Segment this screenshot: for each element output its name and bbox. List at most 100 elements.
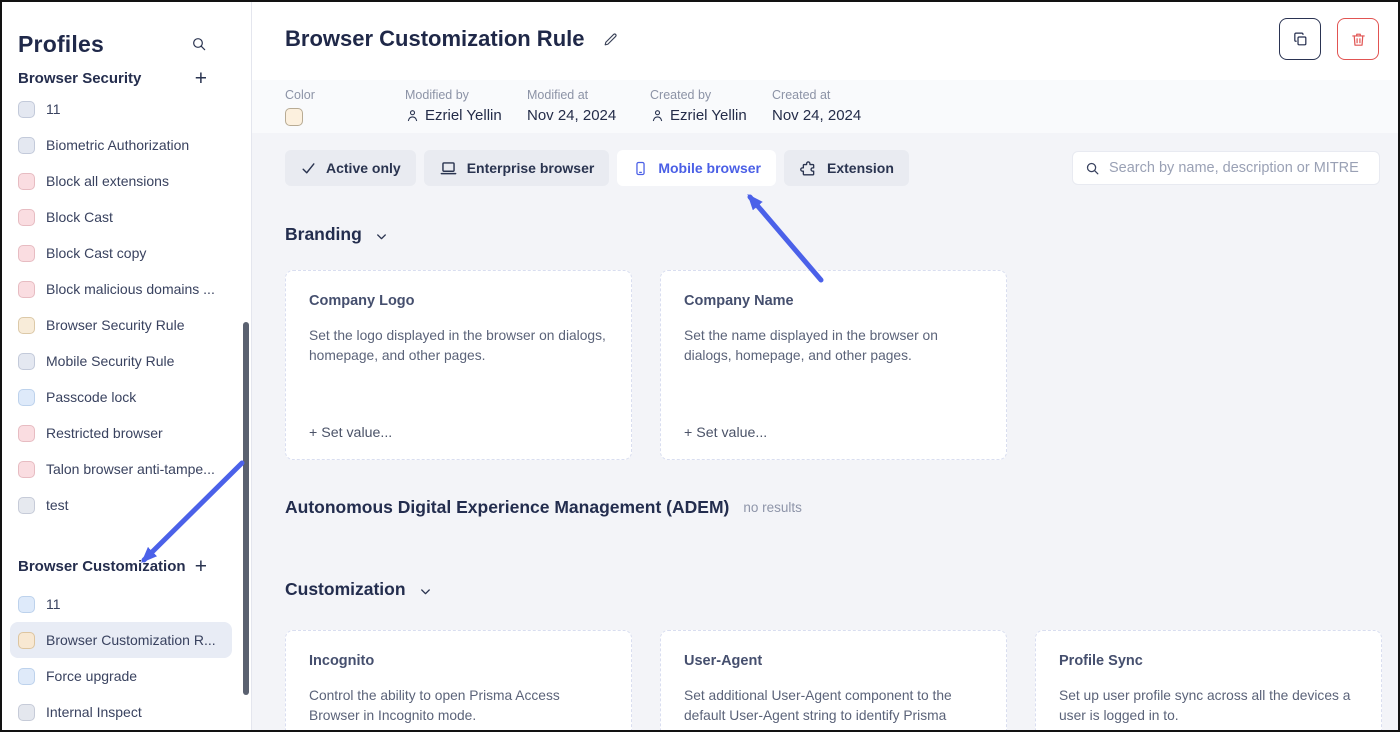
metadata-strip: Color Modified by Ezriel Yellin Modified… — [252, 80, 1398, 133]
sidebar-item[interactable]: Block all extensions — [2, 163, 251, 199]
add-profile-button[interactable]: + — [195, 556, 207, 577]
search-input[interactable] — [1109, 160, 1367, 176]
sidebar-item-selected[interactable]: Browser Customization R... — [10, 622, 232, 658]
filter-active-only[interactable]: Active only — [285, 150, 416, 186]
sidebar-item-label: Restricted browser — [46, 425, 163, 441]
search-icon[interactable] — [191, 36, 207, 52]
profile-color-swatch — [18, 173, 35, 190]
person-icon — [405, 108, 420, 123]
check-icon — [300, 160, 317, 177]
sidebar-item[interactable]: Block Cast — [2, 199, 251, 235]
search-icon — [1085, 161, 1100, 176]
sidebar-item[interactable]: Block malicious domains ... — [2, 271, 251, 307]
branding-section-title: Branding — [285, 224, 362, 245]
profile-color-swatch — [18, 317, 35, 334]
sidebar-item-label: Block Cast copy — [46, 245, 146, 261]
delete-button[interactable] — [1337, 18, 1379, 60]
adem-no-results: no results — [743, 500, 802, 515]
profile-color-swatch — [18, 281, 35, 298]
rule-color-swatch[interactable] — [285, 108, 303, 126]
set-value-link[interactable]: + Set value... — [684, 425, 983, 441]
card-title: User-Agent — [684, 653, 983, 669]
filter-enterprise-browser[interactable]: Enterprise browser — [424, 150, 610, 186]
filter-mobile-browser[interactable]: Mobile browser — [617, 150, 776, 186]
chevron-down-icon[interactable] — [374, 229, 389, 244]
main-header: Browser Customization Rule — [252, 2, 1398, 133]
created-at-label: Created at — [772, 88, 861, 102]
sidebar-item-label: test — [46, 497, 69, 513]
card-company-name[interactable]: Company Name Set the name displayed in t… — [660, 270, 1007, 460]
search-field[interactable] — [1072, 151, 1380, 185]
modified-at-label: Modified at — [527, 88, 616, 102]
sidebar-item[interactable]: test — [2, 487, 251, 523]
profile-color-swatch — [18, 389, 35, 406]
created-at-value: Nov 24, 2024 — [772, 107, 861, 124]
sidebar-item-label: Internal Inspect — [46, 704, 142, 720]
filter-toolbar: Active only Enterprise browser Mobile br… — [285, 150, 1380, 186]
profile-color-swatch — [18, 632, 35, 649]
modified-at-value: Nov 24, 2024 — [527, 107, 616, 124]
sidebar-item[interactable]: Internal Inspect — [2, 694, 251, 730]
sidebar-item[interactable]: Mobile Security Rule — [2, 343, 251, 379]
chevron-down-icon[interactable] — [418, 584, 433, 599]
phone-icon — [632, 160, 649, 177]
edit-title-icon[interactable] — [602, 31, 619, 48]
card-title: Company Name — [684, 293, 983, 309]
card-title: Incognito — [309, 653, 608, 669]
profile-color-swatch — [18, 497, 35, 514]
sidebar-item[interactable]: Passcode lock — [2, 379, 251, 415]
modified-by-value: Ezriel Yellin — [425, 107, 502, 124]
sidebar-item-label: Biometric Authorization — [46, 137, 189, 153]
sidebar-item[interactable]: Restricted browser — [2, 415, 251, 451]
section-label-browser-security: Browser Security — [18, 70, 141, 87]
card-user-agent[interactable]: User-Agent Set additional User-Agent com… — [660, 630, 1007, 732]
sidebar-item[interactable]: Force upgrade — [2, 658, 251, 694]
card-title: Profile Sync — [1059, 653, 1358, 669]
sidebar-item[interactable]: 11 — [2, 586, 251, 622]
card-profile-sync[interactable]: Profile Sync Set up user profile sync ac… — [1035, 630, 1382, 732]
card-title: Company Logo — [309, 293, 608, 309]
card-description: Set up user profile sync across all the … — [1059, 686, 1358, 727]
profile-color-swatch — [18, 101, 35, 118]
copy-icon — [1292, 31, 1309, 48]
card-description: Set the logo displayed in the browser on… — [309, 326, 608, 367]
filter-extension[interactable]: Extension — [784, 150, 909, 186]
profile-color-swatch — [18, 209, 35, 226]
card-company-logo[interactable]: Company Logo Set the logo displayed in t… — [285, 270, 632, 460]
sidebar-item-label: Force upgrade — [46, 668, 137, 684]
filter-label: Enterprise browser — [467, 160, 595, 176]
filter-label: Extension — [827, 160, 894, 176]
sidebar-item[interactable]: Block Cast copy — [2, 235, 251, 271]
add-profile-button[interactable]: + — [195, 68, 207, 89]
profile-color-swatch — [18, 137, 35, 154]
sidebar-item-label: 11 — [46, 596, 61, 612]
filter-label: Mobile browser — [658, 160, 761, 176]
profile-color-swatch — [18, 353, 35, 370]
person-icon — [650, 108, 665, 123]
created-by-label: Created by — [650, 88, 747, 102]
sidebar-item-label: Block all extensions — [46, 173, 169, 189]
set-value-link[interactable]: + Set value... — [309, 425, 608, 441]
profile-color-swatch — [18, 245, 35, 262]
color-label: Color — [285, 88, 315, 102]
sidebar-item-label: Block Cast — [46, 209, 113, 225]
sidebar-item[interactable]: Biometric Authorization — [2, 127, 251, 163]
trash-icon — [1350, 31, 1367, 48]
section-label-browser-customization: Browser Customization — [18, 558, 186, 575]
sidebar-item[interactable]: Browser Security Rule — [2, 307, 251, 343]
sidebar-item-label: 11 — [46, 101, 61, 117]
sidebar-scrollbar[interactable] — [243, 322, 249, 695]
sidebar-item[interactable]: 11 — [2, 91, 251, 127]
sidebar-item-label: Browser Security Rule — [46, 317, 185, 333]
profiles-sidebar: Profiles Browser Security + 11 Biometric… — [2, 2, 252, 730]
filter-label: Active only — [326, 160, 401, 176]
profile-color-swatch — [18, 596, 35, 613]
sidebar-title: Profiles — [18, 31, 104, 58]
profile-color-swatch — [18, 425, 35, 442]
sidebar-item[interactable]: Talon browser anti-tampe... — [2, 451, 251, 487]
profile-color-swatch — [18, 461, 35, 478]
sidebar-item-label: Talon browser anti-tampe... — [46, 461, 215, 477]
puzzle-icon — [799, 159, 818, 178]
card-incognito[interactable]: Incognito Control the ability to open Pr… — [285, 630, 632, 732]
duplicate-button[interactable] — [1279, 18, 1321, 60]
